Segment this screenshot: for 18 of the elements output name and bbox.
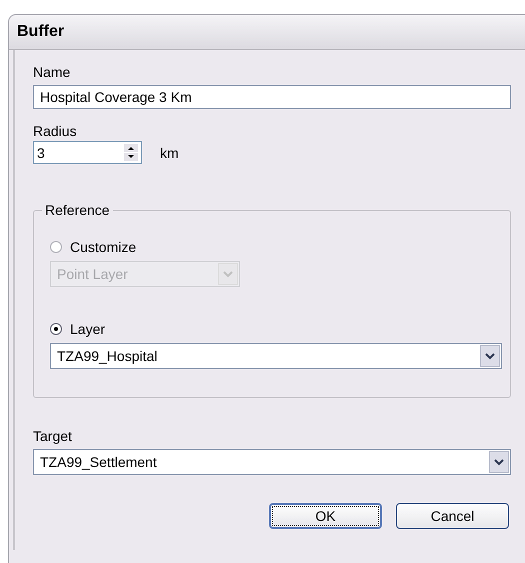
name-label: Name — [33, 64, 70, 80]
layer-dropdown[interactable]: TZA99_Hospital — [50, 343, 502, 369]
window-title: Buffer — [17, 23, 64, 41]
cancel-button[interactable]: Cancel — [396, 503, 509, 529]
group-title: Reference — [42, 202, 113, 218]
name-field[interactable]: Hospital Coverage 3 Km — [33, 85, 511, 109]
target-dropdown[interactable]: TZA99_Settlement — [33, 449, 511, 475]
spin-down-icon[interactable] — [124, 153, 138, 161]
radio-button[interactable] — [50, 323, 62, 335]
radius-spinner[interactable]: 3 — [33, 141, 142, 164]
radio-label[interactable]: Layer — [70, 321, 106, 337]
radius-label: Radius — [33, 123, 77, 139]
target-label: Target — [33, 428, 72, 444]
radio-label[interactable]: Customize — [70, 239, 136, 255]
ok-button[interactable]: OK — [269, 503, 382, 529]
spin-up-icon[interactable] — [124, 144, 138, 152]
radio-button[interactable] — [50, 241, 62, 253]
unit-label: km — [160, 144, 179, 160]
